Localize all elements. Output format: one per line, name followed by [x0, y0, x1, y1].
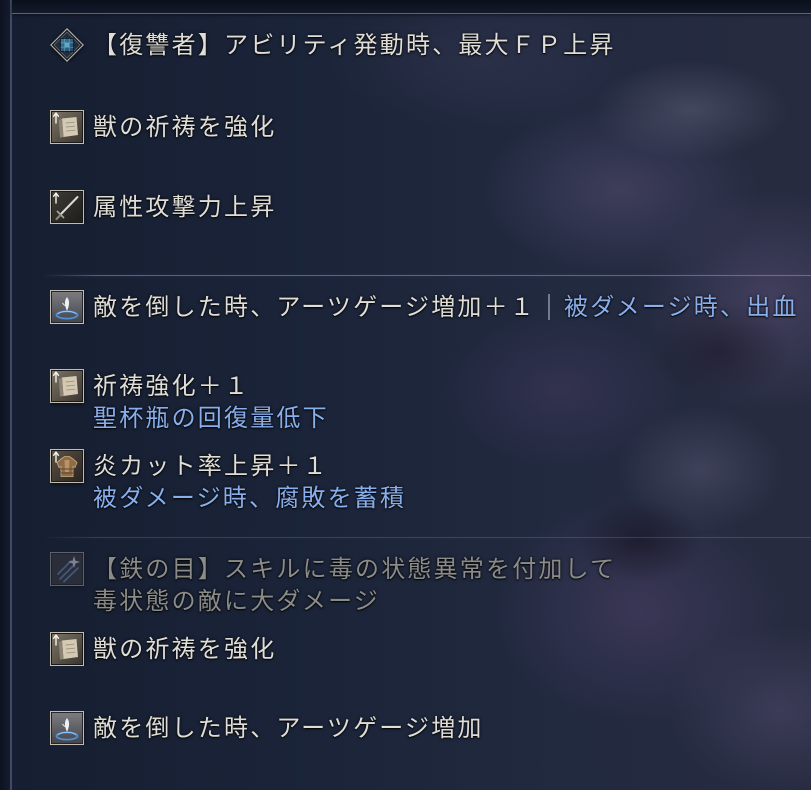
- effect-text: 獣の祈祷を強化: [93, 113, 277, 141]
- group-divider: [44, 537, 811, 538]
- effect-line: 敵を倒した時、アーツゲージ増加＋１ 被ダメージ時、出血: [93, 291, 799, 323]
- effect-lines: 属性攻撃力上昇: [93, 191, 276, 223]
- effect-lines: 炎カット率上昇＋１ 被ダメージ時、腐敗を蓄積: [93, 450, 406, 514]
- prayer-scroll-icon: [50, 632, 84, 666]
- effect-lines: 獣の祈祷を強化: [93, 111, 276, 143]
- effect-text: 炎カット率上昇＋１: [93, 452, 329, 480]
- effect-row: 祈祷強化＋１ 聖杯瓶の回復量低下: [50, 369, 811, 434]
- effect-lines: 敵を倒した時、アーツゲージ増加＋１ 被ダメージ時、出血: [93, 291, 799, 323]
- arts-swirl-icon: [50, 711, 84, 745]
- effect-row: 獣の祈祷を強化: [50, 632, 811, 666]
- claw-icon: [50, 552, 84, 586]
- effect-lines: 祈祷強化＋１ 聖杯瓶の回復量低下: [93, 370, 329, 434]
- demerit-text: 聖杯瓶の回復量低下: [93, 404, 329, 432]
- effect-text: 【復讐者】アビリティ発動時、最大ＦＰ上昇: [93, 31, 616, 59]
- effect-text: 祈祷強化＋１: [93, 372, 251, 400]
- effect-text: 獣の祈祷を強化: [93, 635, 277, 663]
- effect-row: 【復讐者】アビリティ発動時、最大ＦＰ上昇: [50, 28, 811, 62]
- group-divider: [44, 275, 811, 276]
- effect-text: 敵を倒した時、アーツゲージ増加: [93, 714, 484, 742]
- effect-row: 属性攻撃力上昇: [50, 190, 811, 224]
- diamond-emblem-icon: [50, 28, 84, 62]
- panel-top-border: [12, 0, 811, 14]
- demerit-separator: [548, 293, 550, 320]
- armor-icon: [50, 449, 84, 483]
- prayer-scroll-icon: [50, 369, 84, 403]
- effect-lines: 【鉄の目】スキルに毒の状態異常を付加して 毒状態の敵に大ダメージ: [93, 553, 616, 617]
- effect-lines: 【復讐者】アビリティ発動時、最大ＦＰ上昇: [93, 29, 616, 61]
- effect-lines: 敵を倒した時、アーツゲージ増加: [93, 712, 484, 744]
- effect-text: 【鉄の目】スキルに毒の状態異常を付加して: [93, 555, 617, 583]
- demerit-text: 被ダメージ時、出血: [564, 293, 799, 321]
- effect-lines: 獣の祈祷を強化: [93, 633, 276, 665]
- effect-text: 敵を倒した時、アーツゲージ増加＋１: [93, 293, 536, 321]
- effect-row-inactive: 【鉄の目】スキルに毒の状態異常を付加して 毒状態の敵に大ダメージ: [50, 552, 811, 617]
- effect-row: 炎カット率上昇＋１ 被ダメージ時、腐敗を蓄積: [50, 449, 811, 514]
- sword-icon: [50, 190, 84, 224]
- relic-effects-panel: 【復讐者】アビリティ発動時、最大ＦＰ上昇 獣の祈祷を強化 属性攻撃力上昇 敵を倒…: [0, 0, 811, 790]
- demerit-text: 被ダメージ時、腐敗を蓄積: [93, 484, 407, 512]
- prayer-scroll-icon: [50, 110, 84, 144]
- effect-row: 敵を倒した時、アーツゲージ増加＋１ 被ダメージ時、出血: [50, 290, 811, 324]
- arts-swirl-icon: [50, 290, 84, 324]
- effect-text: 属性攻撃力上昇: [93, 193, 277, 221]
- effect-row: 敵を倒した時、アーツゲージ増加: [50, 711, 811, 745]
- effect-row: 獣の祈祷を強化: [50, 110, 811, 144]
- effect-text-continued: 毒状態の敵に大ダメージ: [93, 587, 380, 615]
- panel-left-border: [0, 0, 12, 790]
